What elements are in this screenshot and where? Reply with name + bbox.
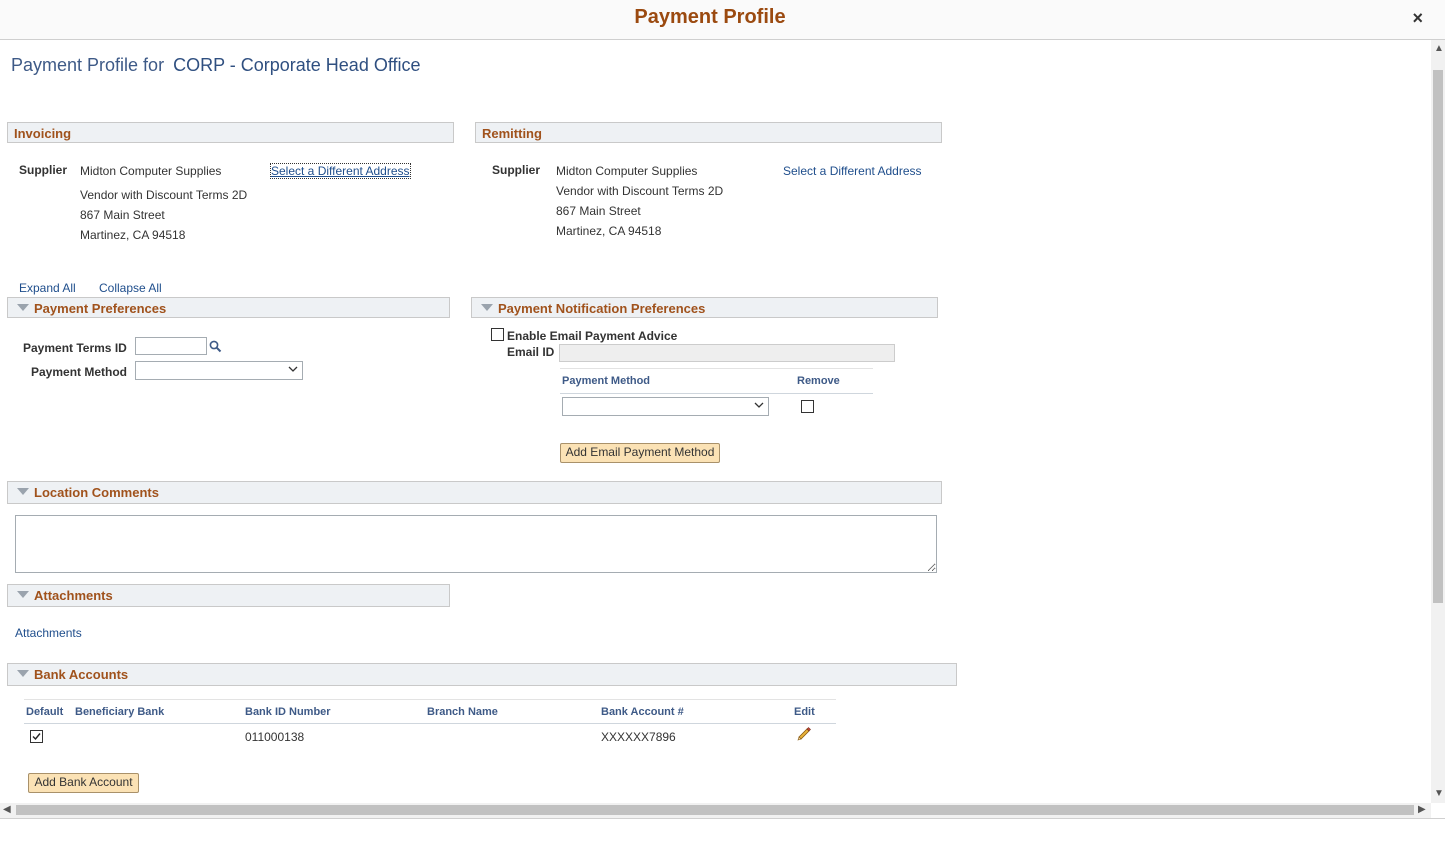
collapse-all-link[interactable]: Collapse All xyxy=(99,281,162,295)
horizontal-scrollbar[interactable]: ◀ ▶ xyxy=(0,803,1431,818)
remitting-section-title: Remitting xyxy=(482,126,542,141)
chevron-down-icon xyxy=(754,401,764,412)
enable-email-advice-checkbox[interactable] xyxy=(491,328,504,341)
email-grid-header-line xyxy=(560,393,873,394)
vertical-scrollbar[interactable]: ▲ ▼ xyxy=(1431,40,1445,803)
bank-grid-col-beneficiary: Beneficiary Bank xyxy=(75,706,165,718)
payment-terms-label: Payment Terms ID xyxy=(23,341,127,355)
email-grid-top-line xyxy=(560,368,873,369)
payment-method-label: Payment Method xyxy=(31,365,128,379)
notification-section-title: Payment Notification Preferences xyxy=(498,301,706,316)
add-bank-account-button[interactable]: Add Bank Account xyxy=(28,773,139,793)
bank-grid-col-branch: Branch Name xyxy=(427,706,498,718)
invoicing-address-line: 867 Main Street xyxy=(80,208,165,222)
triangle-down-icon[interactable] xyxy=(17,591,29,598)
bank-grid-col-default: Default xyxy=(26,706,64,718)
enable-email-advice-label: Enable Email Payment Advice xyxy=(507,329,678,343)
remitting-address-line: Midton Computer Supplies xyxy=(556,164,698,178)
triangle-down-icon[interactable] xyxy=(17,488,29,495)
notification-section-header[interactable]: Payment Notification Preferences xyxy=(471,297,938,318)
bank-grid-col-account: Bank Account # xyxy=(601,706,684,718)
scroll-right-icon[interactable]: ▶ xyxy=(1418,804,1426,815)
attachments-link[interactable]: Attachments xyxy=(15,626,82,640)
email-grid-col-remove: Remove xyxy=(797,375,840,387)
payment-preferences-section-title: Payment Preferences xyxy=(34,301,167,316)
attachments-section-title: Attachments xyxy=(34,588,113,603)
invoicing-section-header: Invoicing xyxy=(7,122,454,143)
email-remove-checkbox[interactable] xyxy=(801,400,814,413)
invoicing-address-line: Vendor with Discount Terms 2D xyxy=(80,188,248,202)
triangle-down-icon[interactable] xyxy=(17,670,29,677)
close-icon[interactable]: × xyxy=(1412,8,1423,29)
bank-accounts-section-header[interactable]: Bank Accounts xyxy=(7,663,957,686)
chevron-down-icon xyxy=(288,365,298,376)
pencil-icon[interactable] xyxy=(796,726,812,742)
remitting-address-line: Vendor with Discount Terms 2D xyxy=(556,184,724,198)
email-grid-col-payment-method: Payment Method xyxy=(562,375,651,387)
email-id-label: Email ID xyxy=(507,345,555,359)
horizontal-scrollbar-thumb[interactable] xyxy=(16,805,1414,815)
dialog-titlebar: Payment Profile × xyxy=(0,0,1445,40)
expand-all-link[interactable]: Expand All xyxy=(19,281,76,295)
vertical-scrollbar-thumb[interactable] xyxy=(1433,70,1443,603)
payment-method-select[interactable] xyxy=(135,361,303,380)
bank-grid-top-line xyxy=(24,699,836,700)
scroll-up-icon[interactable]: ▲ xyxy=(1434,43,1444,54)
remitting-address-line: 867 Main Street xyxy=(556,204,641,218)
remitting-select-address-link[interactable]: Select a Different Address xyxy=(783,164,922,178)
bank-grid-col-edit: Edit xyxy=(794,706,815,718)
location-comments-section-title: Location Comments xyxy=(34,485,159,500)
remitting-section-header: Remitting xyxy=(475,122,942,143)
bank-grid-col-bank-id: Bank ID Number xyxy=(245,706,331,718)
bank-accounts-section-title: Bank Accounts xyxy=(34,667,129,682)
triangle-down-icon[interactable] xyxy=(481,304,493,311)
location-comments-textarea[interactable] xyxy=(15,515,937,573)
invoicing-address-line: Martinez, CA 94518 xyxy=(80,228,186,242)
search-icon[interactable] xyxy=(209,340,222,353)
invoicing-address-line: Midton Computer Supplies xyxy=(80,164,222,178)
triangle-down-icon[interactable] xyxy=(17,304,29,311)
email-payment-method-select[interactable] xyxy=(562,397,769,416)
remitting-address-line: Martinez, CA 94518 xyxy=(556,224,662,238)
payment-terms-input[interactable] xyxy=(135,337,207,355)
email-id-input[interactable] xyxy=(559,344,895,362)
attachments-section-header[interactable]: Attachments xyxy=(7,584,450,607)
page-heading-org: CORP - Corporate Head Office xyxy=(173,55,421,75)
scroll-down-icon[interactable]: ▼ xyxy=(1434,788,1444,799)
dialog-footer xyxy=(0,818,1445,841)
scroll-left-icon[interactable]: ◀ xyxy=(3,804,11,815)
bank-default-checkbox[interactable] xyxy=(30,730,43,743)
invoicing-supplier-label: Supplier xyxy=(19,163,68,177)
add-email-payment-method-button[interactable]: Add Email Payment Method xyxy=(560,443,720,463)
page-heading: Payment Profile for CORP - Corporate Hea… xyxy=(11,55,421,76)
dialog-title: Payment Profile xyxy=(634,6,786,28)
bank-account-cell: XXXXXX7896 xyxy=(601,730,676,744)
page-heading-prefix: Payment Profile for xyxy=(11,55,165,75)
invoicing-section-title: Invoicing xyxy=(14,126,72,141)
remitting-supplier-label: Supplier xyxy=(492,163,541,177)
location-comments-section-header[interactable]: Location Comments xyxy=(7,481,942,504)
bank-id-cell: 011000138 xyxy=(245,730,305,744)
invoicing-select-address-link[interactable]: Select a Different Address xyxy=(270,163,411,179)
payment-preferences-section-header[interactable]: Payment Preferences xyxy=(7,297,450,318)
table-row: 011000138 XXXXXX7896 xyxy=(24,724,836,748)
